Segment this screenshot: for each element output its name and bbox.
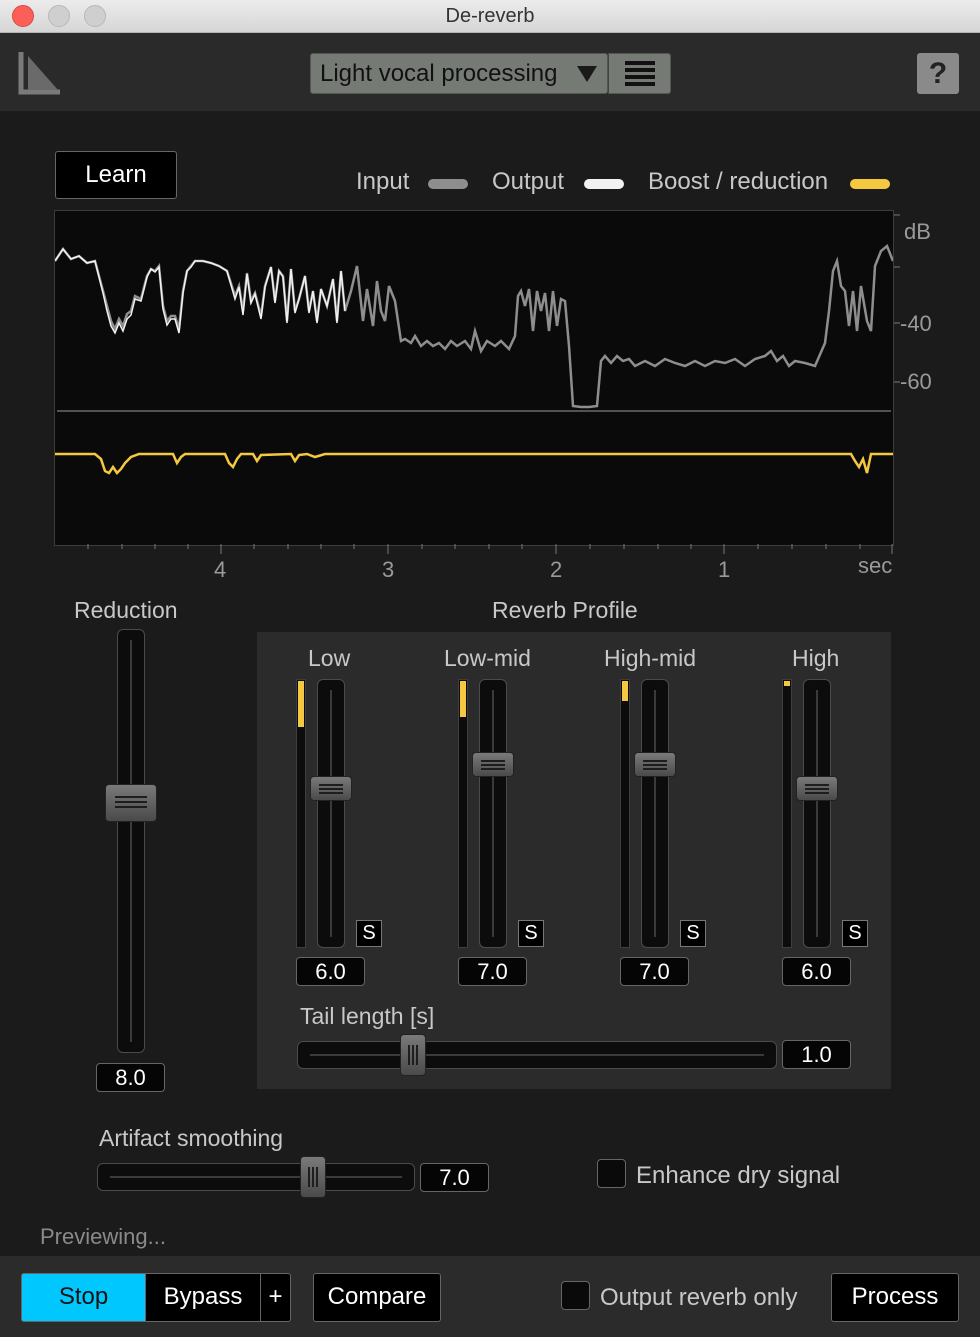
- legend-boost-label: Boost / reduction: [648, 168, 829, 195]
- reverb-profile-title: Reverb Profile: [492, 597, 638, 623]
- enhance-dry-checkbox[interactable]: [597, 1159, 626, 1188]
- add-bypass-button[interactable]: +: [260, 1273, 291, 1322]
- legend-output-swatch: [584, 179, 624, 189]
- reduction-slider-track[interactable]: [117, 629, 145, 1053]
- waveform-display: [54, 210, 894, 546]
- band-high-solo-button[interactable]: S: [842, 920, 868, 947]
- band-low-label: Low: [308, 645, 351, 671]
- legend-output-label: Output: [492, 168, 565, 195]
- time-tick-label: 3: [382, 557, 395, 582]
- grip-icon: [481, 760, 505, 770]
- preset-dropdown[interactable]: Light vocal processing: [310, 53, 608, 94]
- tail-length-slider-thumb[interactable]: [400, 1034, 426, 1076]
- output-reverb-only-checkbox[interactable]: [561, 1281, 590, 1310]
- band-low-solo-button[interactable]: S: [356, 920, 382, 947]
- tail-length-slider-track[interactable]: [297, 1041, 777, 1069]
- time-axis-ticks: [87, 544, 893, 554]
- input-curve: [55, 243, 893, 409]
- band-high-mid-value[interactable]: 7.0: [620, 957, 689, 986]
- output-curve: [55, 247, 346, 335]
- compare-button[interactable]: Compare: [313, 1273, 441, 1322]
- time-unit-label: sec: [858, 553, 893, 578]
- band-high-slider-thumb[interactable]: [796, 776, 838, 801]
- artifact-smoothing-value[interactable]: 7.0: [420, 1163, 489, 1192]
- band-low-mid-slider-track[interactable]: [479, 679, 507, 948]
- band-low-mid-solo-button[interactable]: S: [518, 920, 544, 947]
- learn-button[interactable]: Learn: [55, 151, 177, 199]
- band-high-label: High: [792, 645, 840, 671]
- band-low-mid-value[interactable]: 7.0: [458, 957, 527, 986]
- output-reverb-only-label: Output reverb only: [600, 1284, 798, 1311]
- band-low-meter: [296, 679, 306, 948]
- band-high-slider-track[interactable]: [803, 679, 831, 948]
- reduction-value[interactable]: 8.0: [96, 1063, 165, 1092]
- grip-icon: [319, 784, 343, 794]
- band-low-mid-meter: [458, 679, 468, 948]
- time-tick-label: 2: [550, 557, 563, 582]
- izotope-logo-icon: [18, 52, 60, 95]
- legend-input-swatch: [428, 179, 468, 189]
- reduction-slider-thumb[interactable]: [105, 784, 157, 822]
- db-unit-label: dB: [904, 219, 931, 244]
- window-title: De-reverb: [445, 5, 535, 27]
- band-high-mid-slider-track[interactable]: [641, 679, 669, 948]
- band-low-slider-track[interactable]: [317, 679, 345, 948]
- band-low-mid-label: Low-mid: [444, 645, 531, 671]
- process-button[interactable]: Process: [831, 1273, 959, 1322]
- artifact-smoothing-slider-track[interactable]: [97, 1163, 415, 1191]
- artifact-smoothing-label: Artifact smoothing: [99, 1125, 284, 1151]
- db-tick-label: -40: [900, 311, 932, 336]
- grip-icon: [805, 784, 829, 794]
- time-tick-label: 4: [214, 557, 227, 582]
- band-high-meter: [782, 679, 792, 948]
- band-high-value[interactable]: 6.0: [782, 957, 851, 986]
- tail-length-label: Tail length [s]: [300, 1003, 435, 1029]
- time-tick-label: 1: [718, 557, 731, 582]
- artifact-smoothing-slider-thumb[interactable]: [300, 1156, 326, 1198]
- grip-icon: [643, 760, 667, 770]
- band-high-mid-solo-button[interactable]: S: [680, 920, 706, 947]
- bypass-button[interactable]: Bypass: [145, 1273, 261, 1322]
- legend-boost-swatch: [850, 179, 890, 189]
- band-low-slider-thumb[interactable]: [310, 776, 352, 801]
- list-icon: [625, 61, 655, 86]
- band-low-mid-slider-thumb[interactable]: [472, 752, 514, 777]
- boost-reduction-curve: [55, 452, 893, 475]
- stop-button[interactable]: Stop: [21, 1273, 146, 1322]
- grip-icon: [308, 1167, 318, 1187]
- band-high-mid-label: High-mid: [604, 645, 697, 671]
- legend-input-label: Input: [356, 168, 410, 195]
- grip-icon: [408, 1045, 418, 1065]
- enhance-dry-label: Enhance dry signal: [636, 1162, 841, 1189]
- tail-length-value[interactable]: 1.0: [782, 1040, 851, 1069]
- db-tick-label: -60: [900, 369, 932, 394]
- band-low-value[interactable]: 6.0: [296, 957, 365, 986]
- preset-menu-button[interactable]: [608, 53, 671, 94]
- reduction-label: Reduction: [74, 597, 178, 623]
- chevron-down-icon[interactable]: [577, 66, 597, 82]
- help-button[interactable]: ?: [917, 53, 959, 94]
- status-text: Previewing...: [40, 1224, 166, 1249]
- band-high-mid-meter: [620, 679, 630, 948]
- grip-icon: [115, 796, 147, 808]
- band-high-mid-slider-thumb[interactable]: [634, 752, 676, 777]
